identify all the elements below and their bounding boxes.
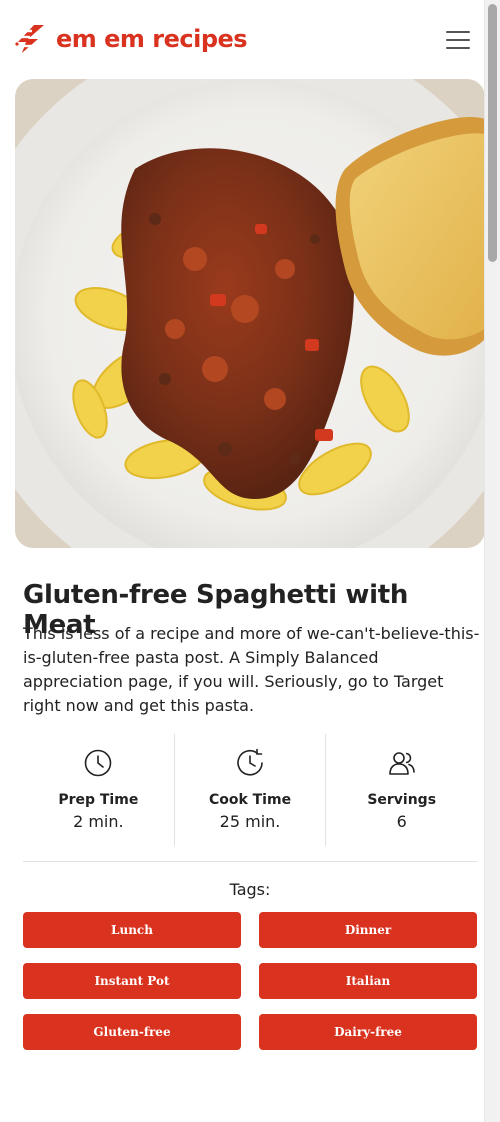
section-divider (23, 861, 477, 862)
tag-gluten-free[interactable]: Gluten-free (23, 1014, 241, 1050)
hamburger-menu-icon[interactable] (444, 28, 472, 52)
tag-dinner[interactable]: Dinner (259, 912, 477, 948)
tag-lunch[interactable]: Lunch (23, 912, 241, 948)
stat-label: Servings (367, 792, 437, 808)
stat-value: 25 min. (219, 812, 281, 831)
stat-cook-time: Cook Time 25 min. (173, 734, 326, 846)
tag-instant-pot[interactable]: Instant Pot (23, 963, 241, 999)
stat-prep-time: Prep Time 2 min. (23, 734, 174, 846)
stat-value: 2 min. (73, 812, 124, 831)
recipe-hero-image (15, 79, 485, 548)
stat-servings: Servings 6 (325, 734, 477, 846)
tag-italian[interactable]: Italian (259, 963, 477, 999)
site-logo[interactable]: em em recipes (14, 22, 248, 56)
tag-dairy-free[interactable]: Dairy-free (259, 1014, 477, 1050)
stat-value: 6 (396, 812, 407, 831)
lightning-logo-icon (15, 25, 44, 53)
stat-label: Cook Time (208, 792, 292, 808)
page-scrollbar[interactable] (484, 0, 500, 1122)
recipe-stats: Prep Time 2 min. Cook Time 25 min. Servi… (23, 734, 477, 846)
clock-icon (85, 749, 112, 777)
scrollbar-thumb[interactable] (488, 4, 497, 262)
recipe-description: This is less of a recipe and more of we-… (23, 624, 480, 715)
tags-heading: Tags: (229, 880, 271, 899)
site-header: em em recipes (0, 0, 484, 80)
clock-refresh-icon (237, 748, 263, 776)
site-name: em em recipes (56, 25, 248, 53)
users-icon (388, 752, 415, 775)
stat-label: Prep Time (58, 792, 139, 808)
